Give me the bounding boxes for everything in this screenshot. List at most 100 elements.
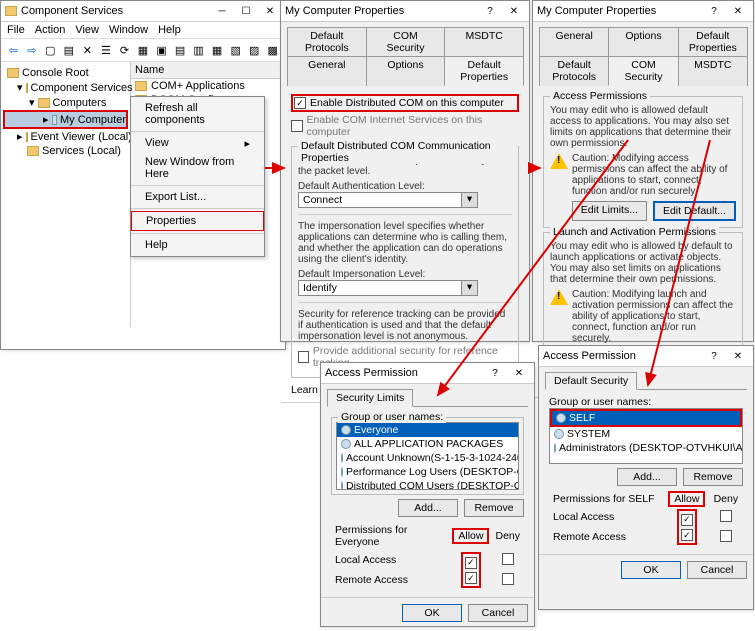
maximize-icon[interactable]: ☐ [235,3,257,19]
folder-icon [26,83,28,93]
tb-icon-f[interactable]: ▨ [246,41,263,59]
enable-dcom-row[interactable]: ✓ Enable Distributed COM on this compute… [291,94,519,112]
allow-local-checkbox[interactable]: ✓ [681,514,693,526]
ctx-help[interactable]: Help [131,236,264,254]
menu-window[interactable]: Window [109,24,148,36]
allow-local-checkbox[interactable]: ✓ [465,557,477,569]
tree-services[interactable]: Services (Local) [3,144,128,158]
ok-button[interactable]: OK [402,604,462,622]
tree-console-root[interactable]: Console Root [3,66,128,80]
tab-general[interactable]: General [539,27,609,56]
close-icon[interactable]: ✕ [503,3,525,19]
ctx-export[interactable]: Export List... [131,188,264,206]
tab-options[interactable]: Options [366,56,446,86]
ctx-properties[interactable]: Properties [131,211,264,231]
tab-security-limits[interactable]: Security Limits [327,389,413,407]
add-button[interactable]: Add... [398,499,458,517]
add-button[interactable]: Add... [617,468,677,486]
tree-event-viewer[interactable]: ▸Event Viewer (Local) [3,129,128,144]
checkbox-icon[interactable]: ✓ [294,97,306,109]
tab-general[interactable]: General [287,56,367,86]
list-item[interactable]: Distributed COM Users (DESKTOP-OTVHKUI\D… [337,479,518,490]
tab-default-protocols[interactable]: Default Protocols [539,56,609,86]
cancel-button[interactable]: Cancel [687,561,747,579]
list-item[interactable]: Account Unknown(S-1-15-3-1024-2405443489… [337,451,518,465]
list-item-admins[interactable]: Administrators (DESKTOP-OTVHKUI\Administ… [550,441,742,455]
tb-icon-a[interactable]: ▣ [153,41,170,59]
tree-component-services[interactable]: ▾Component Services [3,80,128,95]
menu-help[interactable]: Help [158,24,181,36]
list-item[interactable]: ALL APPLICATION PACKAGES [337,437,518,451]
list-item[interactable]: Performance Log Users (DESKTOP-OTVHKUI\P… [337,465,518,479]
deny-header: Deny [711,492,741,506]
ctx-new-window[interactable]: New Window from Here [131,153,264,183]
allow-remote-checkbox[interactable]: ✓ [465,572,477,584]
tb-icon-d[interactable]: ▦ [209,41,226,59]
checkbox-icon[interactable] [298,351,309,363]
deny-remote-checkbox[interactable] [720,530,732,542]
folder-icon [7,68,19,78]
close-icon[interactable]: ✕ [259,3,281,19]
help-icon[interactable]: ? [703,348,725,364]
enable-cis-row[interactable]: Enable COM Internet Services on this com… [291,114,519,138]
export-icon[interactable]: ▦ [135,41,152,59]
imp-combo[interactable]: Identify▾ [298,280,478,296]
deny-local-checkbox[interactable] [720,510,732,522]
tab-default-properties[interactable]: Default Properties [678,27,748,56]
minimize-icon[interactable]: ─ [211,3,233,19]
allow-remote-checkbox[interactable]: ✓ [681,529,693,541]
deny-remote-checkbox[interactable] [502,573,514,585]
checkbox-icon[interactable] [291,120,303,132]
tb-icon-g[interactable]: ▩ [264,41,281,59]
auth-combo[interactable]: Connect▾ [298,192,478,208]
remove-button[interactable]: Remove [683,468,743,486]
ctx-refresh-all[interactable]: Refresh all components [131,99,264,129]
close-icon[interactable]: ✕ [727,348,749,364]
user-icon [554,443,556,453]
perm-for-label: Permissions for SELF [551,492,663,506]
tab-com-security[interactable]: COM Security [366,27,446,56]
tab-com-security[interactable]: COM Security [608,56,678,86]
up-icon[interactable]: ▢ [42,41,59,59]
list-item-self[interactable]: SELF [550,409,742,427]
tab-default-security[interactable]: Default Security [545,372,637,390]
properties-icon[interactable]: ☰ [98,41,115,59]
tb-icon-b[interactable]: ▤ [172,41,189,59]
close-icon[interactable]: ✕ [508,365,530,381]
deny-local-checkbox[interactable] [502,553,514,565]
list-item-system[interactable]: SYSTEM [550,427,742,441]
cancel-button[interactable]: Cancel [468,604,528,622]
help-icon[interactable]: ? [703,3,725,19]
tb-icon-e[interactable]: ▧ [227,41,244,59]
user-listbox[interactable]: Everyone ALL APPLICATION PACKAGES Accoun… [336,422,519,490]
user-listbox[interactable]: SELF SYSTEM Administrators (DESKTOP-OTVH… [549,408,743,464]
tree-computers[interactable]: ▾Computers [3,95,128,110]
tab-msdtc[interactable]: MSDTC [678,56,748,86]
ok-button[interactable]: OK [621,561,681,579]
tab-options[interactable]: Options [608,27,678,56]
close-icon[interactable]: ✕ [727,3,749,19]
remove-button[interactable]: Remove [464,499,524,517]
list-item-com-apps[interactable]: COM+ Applications [131,79,285,93]
help-icon[interactable]: ? [479,3,501,19]
tab-default-properties[interactable]: Default Properties [444,56,524,86]
folder-icon [27,146,39,156]
tab-default-protocols[interactable]: Default Protocols [287,27,367,56]
help-icon[interactable]: ? [484,365,506,381]
edit-default-button[interactable]: Edit Default... [653,201,736,221]
list-item-everyone[interactable]: Everyone [337,423,518,437]
menu-file[interactable]: File [7,24,25,36]
refresh-icon[interactable]: ⟳ [116,41,133,59]
tab-msdtc[interactable]: MSDTC [444,27,524,56]
menu-view[interactable]: View [75,24,99,36]
tb-icon-c[interactable]: ▥ [190,41,207,59]
delete-icon[interactable]: ✕ [79,41,96,59]
list-header[interactable]: Name [131,62,285,79]
tree-my-computer[interactable]: ▸My Computer [3,110,128,129]
ctx-view[interactable]: View▸ [131,134,264,153]
menu-action[interactable]: Action [35,24,66,36]
back-icon[interactable]: ⇦ [5,41,22,59]
forward-icon[interactable]: ⇨ [24,41,41,59]
show-hide-icon[interactable]: ▤ [61,41,78,59]
edit-limits-button[interactable]: Edit Limits... [572,201,647,221]
